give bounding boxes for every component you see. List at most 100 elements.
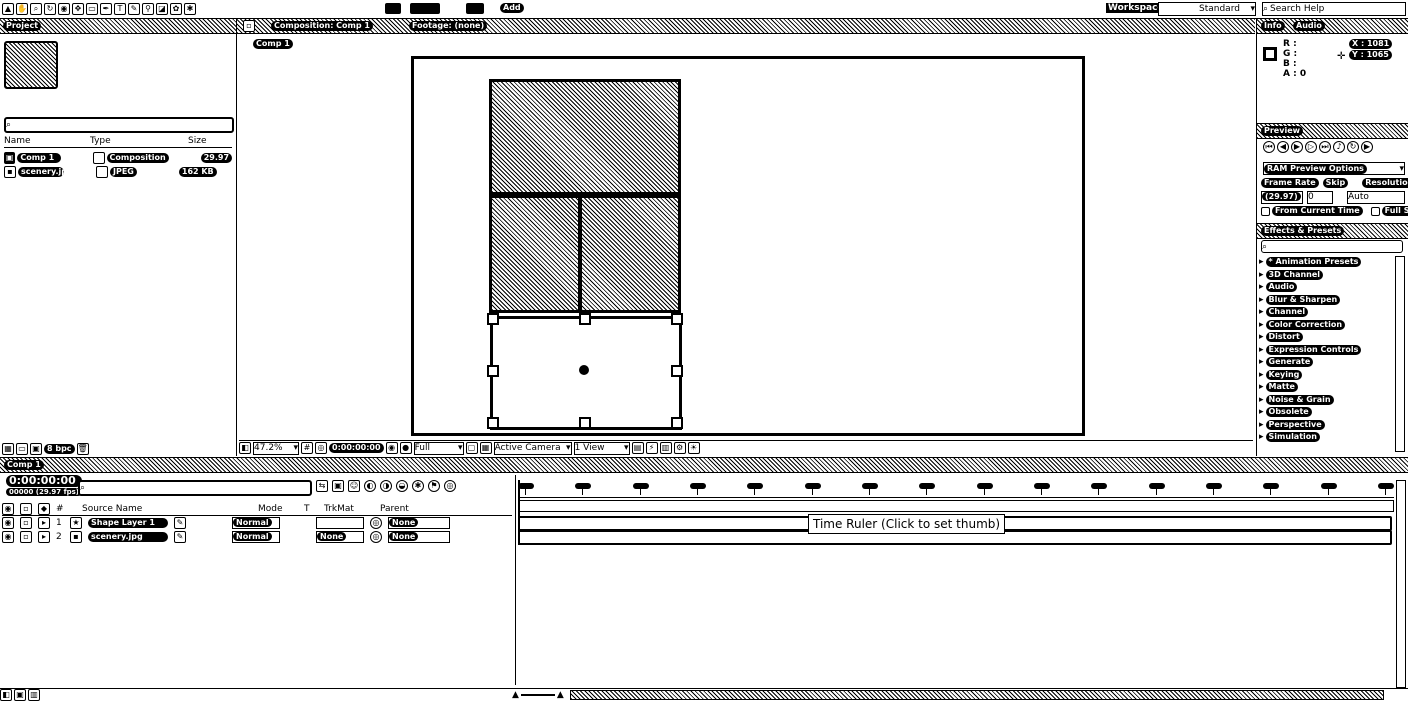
comp-mini-flowchart-icon[interactable]: ⇆ <box>316 480 328 492</box>
exposure-icon[interactable]: ☀ <box>687 442 700 454</box>
resolution-preview-dropdown[interactable]: Auto <box>1347 191 1405 204</box>
grid-icon[interactable]: # <box>301 442 313 454</box>
col-source-name[interactable]: Source Name <box>82 504 252 514</box>
list-item[interactable]: ▸ Perspective <box>1259 419 1393 432</box>
tab-effects-presets[interactable]: Effects & Presets <box>1261 226 1345 236</box>
video-switch-icon[interactable]: ◉ <box>2 503 14 515</box>
eye-icon[interactable]: ◉ <box>2 517 14 529</box>
live-update-icon[interactable]: ◎ <box>444 480 456 492</box>
frame-rate-dropdown[interactable]: (29.97) <box>1261 191 1303 204</box>
help-search-field[interactable]: ⌕ Search Help <box>1262 2 1406 16</box>
pick-whip-icon[interactable]: ◎ <box>370 517 382 529</box>
mode-dropdown[interactable]: Normal <box>232 531 280 543</box>
flowchart-icon[interactable]: ⚙ <box>673 442 686 454</box>
timeline-search-input[interactable]: ⌕ <box>78 480 312 496</box>
views-dropdown[interactable]: 1 View ▾ <box>573 441 630 455</box>
draft-3d-icon[interactable]: ▣ <box>332 480 344 492</box>
col-name[interactable]: Name <box>4 136 88 146</box>
list-item[interactable]: ▣ Comp 1 Composition 29.97 <box>4 151 233 165</box>
rotation-tool-icon[interactable]: ↻ <box>44 3 56 15</box>
list-item[interactable]: ▸ Channel <box>1259 306 1393 319</box>
horizontal-scrollbar[interactable] <box>569 690 1384 700</box>
ram-preview-icon[interactable]: ▶ <box>1361 141 1373 153</box>
list-item[interactable]: ▸ Color Correction <box>1259 319 1393 332</box>
pen-icon[interactable]: ✎ <box>174 531 186 543</box>
triangle-right-icon[interactable]: ▸ <box>38 531 50 543</box>
camera-icon[interactable]: ◉ <box>385 442 398 454</box>
col-parent[interactable]: Parent <box>380 504 409 514</box>
effects-scrollbar[interactable] <box>1395 256 1405 452</box>
layer-name[interactable]: scenery.jpg <box>88 532 168 542</box>
effects-search-input[interactable]: ⌕ <box>1261 240 1403 253</box>
tab-comp-1[interactable]: Comp 1 <box>4 460 44 470</box>
workspace-dropdown[interactable]: Standard ▾ <box>1158 2 1256 16</box>
skip-dropdown[interactable]: 0 <box>1307 191 1333 204</box>
transform-handle[interactable] <box>579 313 591 325</box>
tab-footage[interactable]: Footage: (none) <box>409 21 488 31</box>
list-item[interactable]: ▸ Blur & Sharpen <box>1259 294 1393 307</box>
transparency-grid-icon[interactable]: ▦ <box>479 442 492 454</box>
label-icon[interactable]: ◆ <box>38 503 50 515</box>
expand-transfer-controls-icon[interactable]: ▣ <box>14 689 26 701</box>
col-mode[interactable]: Mode <box>258 504 298 514</box>
transform-handle[interactable] <box>487 365 499 377</box>
timeline-scrollbar[interactable] <box>1396 480 1406 688</box>
transform-handle[interactable] <box>579 417 591 429</box>
solo-icon[interactable]: ▫ <box>20 531 32 543</box>
lock-switch-icon[interactable]: ▫ <box>20 503 32 515</box>
timeline-icon[interactable]: ▥ <box>659 442 672 454</box>
timeline-timecode[interactable]: 0:00:00:00 00000 (29.97 fps) <box>6 475 82 496</box>
tab-info[interactable]: Info <box>1261 21 1285 31</box>
layer-name[interactable]: Shape Layer 1 <box>88 518 168 528</box>
table-row[interactable]: ◉ ▫ ▸ 1 ★ Shape Layer 1 ✎ Normal ◎ None <box>2 517 512 529</box>
text-tool-icon[interactable]: T <box>114 3 126 15</box>
list-item[interactable]: ▸ Keying <box>1259 369 1393 382</box>
audio-icon[interactable]: ♪ <box>1333 141 1345 153</box>
col-layer-number[interactable]: # <box>56 504 76 514</box>
table-row[interactable]: ◉ ▫ ▸ 2 ▪ scenery.jpg ✎ Normal None ◎ No… <box>2 531 512 543</box>
new-folder-icon[interactable]: ▭ <box>16 443 28 455</box>
puppet-tool-icon[interactable]: ✱ <box>184 3 196 15</box>
tab-preview[interactable]: Preview <box>1261 126 1304 136</box>
add-button[interactable]: Add <box>500 3 524 13</box>
project-search-input[interactable]: ⌕ <box>4 117 234 133</box>
eye-icon[interactable]: ◉ <box>2 531 14 543</box>
loop-icon[interactable]: ↻ <box>1347 141 1359 153</box>
work-area-bar[interactable] <box>518 500 1394 512</box>
list-item[interactable]: ▸ Simulation <box>1259 431 1393 444</box>
zoom-out-icon[interactable]: ▲ <box>512 690 519 700</box>
new-composition-icon[interactable]: ▣ <box>30 443 42 455</box>
play-icon[interactable]: ▶ <box>1291 141 1303 153</box>
roto-brush-tool-icon[interactable]: ✿ <box>170 3 182 15</box>
camera-tool-icon[interactable]: ◉ <box>58 3 70 15</box>
last-frame-icon[interactable]: ⏭ <box>1319 141 1331 153</box>
mode-dropdown[interactable]: Normal <box>232 517 280 529</box>
stroke-width[interactable] <box>466 3 484 14</box>
zoom-in-icon[interactable]: ▲ <box>557 690 564 700</box>
list-item[interactable]: ▸ 3D Channel <box>1259 269 1393 282</box>
frame-blending-icon[interactable]: ◐ <box>364 480 376 492</box>
shape-layer-bounding-box[interactable] <box>487 313 683 430</box>
list-item[interactable]: ▸ Noise & Grain <box>1259 394 1393 407</box>
zoom-tool-icon[interactable]: ⌕ <box>30 3 42 15</box>
auto-keyframe-icon[interactable]: ⚑ <box>428 480 440 492</box>
comp-canvas[interactable] <box>411 56 1085 436</box>
transform-handle[interactable] <box>487 313 499 325</box>
zoom-slider[interactable] <box>520 694 555 696</box>
parent-dropdown[interactable]: None <box>388 517 450 529</box>
eraser-tool-icon[interactable]: ◪ <box>156 3 168 15</box>
graph-editor-icon[interactable]: ◒ <box>396 480 408 492</box>
interpret-footage-icon[interactable]: ▦ <box>2 443 14 455</box>
list-item[interactable]: ▸ Matte <box>1259 381 1393 394</box>
brush-tool-icon[interactable]: ✎ <box>128 3 140 15</box>
motion-blur-icon[interactable]: ◑ <box>380 480 392 492</box>
hand-tool-icon[interactable]: ✋ <box>16 3 28 15</box>
current-time-indicator[interactable] <box>518 480 520 545</box>
fill-swatch[interactable] <box>385 3 401 14</box>
col-type[interactable]: Type <box>90 136 186 146</box>
ram-preview-options-dropdown[interactable]: RAM Preview Options ▾ <box>1263 162 1405 175</box>
parent-dropdown[interactable]: None <box>388 531 450 543</box>
list-item[interactable]: ▸ Generate <box>1259 356 1393 369</box>
first-frame-icon[interactable]: ⏮ <box>1263 141 1275 153</box>
expand-in-out-icon[interactable]: ▥ <box>28 689 40 701</box>
